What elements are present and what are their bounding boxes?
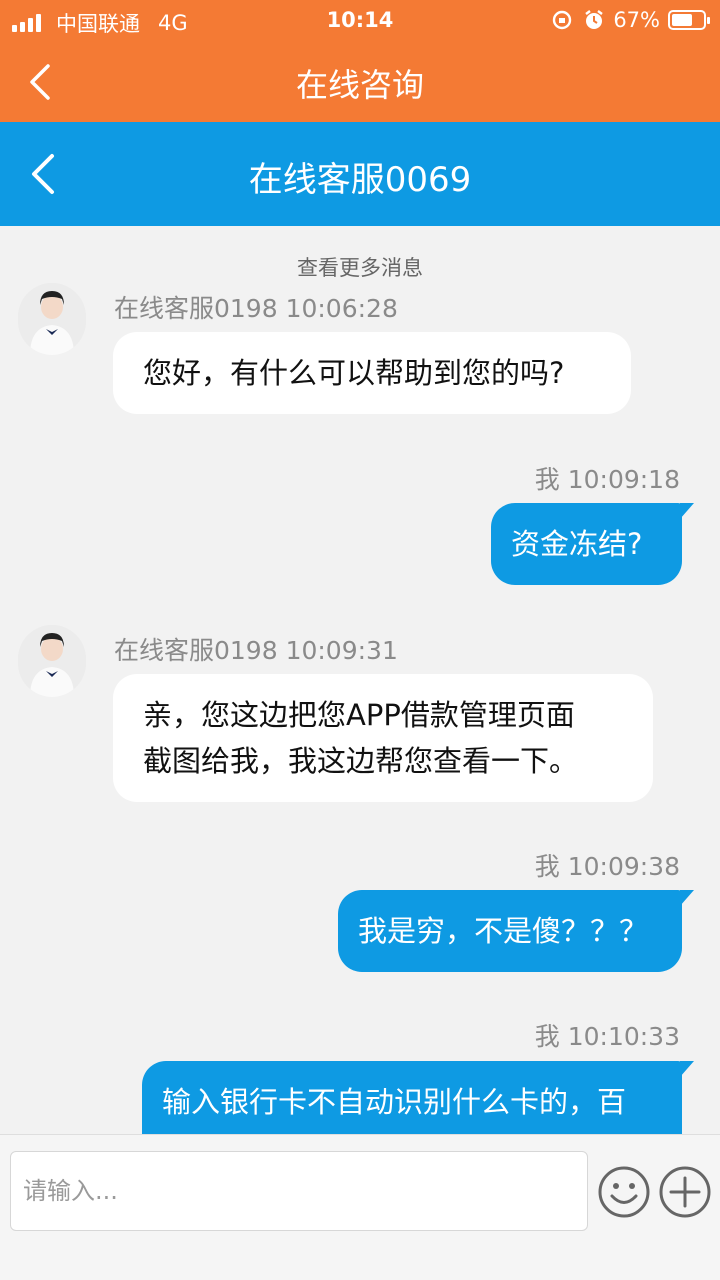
- message-meta: 在线客服0198 10:06:28: [114, 294, 398, 323]
- message-text: 您好，有什么可以帮助到您的吗?: [143, 356, 565, 390]
- emoji-icon[interactable]: [597, 1165, 651, 1219]
- message-meta: 我 10:10:33: [534, 1022, 680, 1051]
- status-right: 67%: [551, 8, 710, 32]
- chat-title: 在线客服0069: [248, 160, 472, 200]
- chat-area[interactable]: 查看更多消息 在线客服0198 10:06:28 您好，有什么可以帮助到您的吗?…: [0, 226, 720, 1134]
- page-title: 在线咨询: [295, 66, 424, 104]
- status-bar: 中国联通 4G 10:14 67%: [0, 0, 720, 40]
- message-text: 截图给我，我这边帮您查看一下。: [143, 744, 579, 778]
- message-meta: 在线客服0198 10:09:31: [114, 636, 398, 665]
- lock-rotation-icon: [553, 10, 572, 30]
- message-text: 亲，您这边把您APP借款管理页面: [143, 698, 575, 732]
- agent-avatar: [18, 625, 86, 697]
- message-bubble[interactable]: 资金冻结?: [491, 503, 694, 585]
- message-text: 资金冻结?: [511, 527, 643, 561]
- message-meta: 我 10:09:38: [534, 852, 680, 881]
- message-bubble[interactable]: 输入银行卡不自动识别什么卡的，百: [142, 1061, 694, 1134]
- alarm-icon: [585, 10, 604, 29]
- chat-header: 在线客服0069: [0, 122, 720, 226]
- message-bubble[interactable]: 我是穷，不是傻？？？: [338, 890, 694, 972]
- message-bubble[interactable]: 亲，您这边把您APP借款管理页面 截图给我，我这边帮您查看一下。: [113, 674, 653, 802]
- input-bar: [0, 1134, 720, 1280]
- top-nav-bar: 在线咨询: [0, 40, 720, 122]
- message-bubble[interactable]: 您好，有什么可以帮助到您的吗?: [113, 332, 631, 414]
- message-text: 我是穷，不是傻？？？: [358, 914, 649, 948]
- agent-avatar: [18, 283, 86, 355]
- message-input[interactable]: [10, 1151, 588, 1231]
- message-meta: 我 10:09:18: [534, 465, 680, 494]
- battery-icon: [668, 10, 710, 30]
- load-more-link[interactable]: 查看更多消息: [0, 252, 720, 282]
- plus-icon[interactable]: [658, 1165, 712, 1219]
- message-text: 输入银行卡不自动识别什么卡的，百: [162, 1085, 627, 1119]
- battery-percent: 67%: [613, 8, 660, 32]
